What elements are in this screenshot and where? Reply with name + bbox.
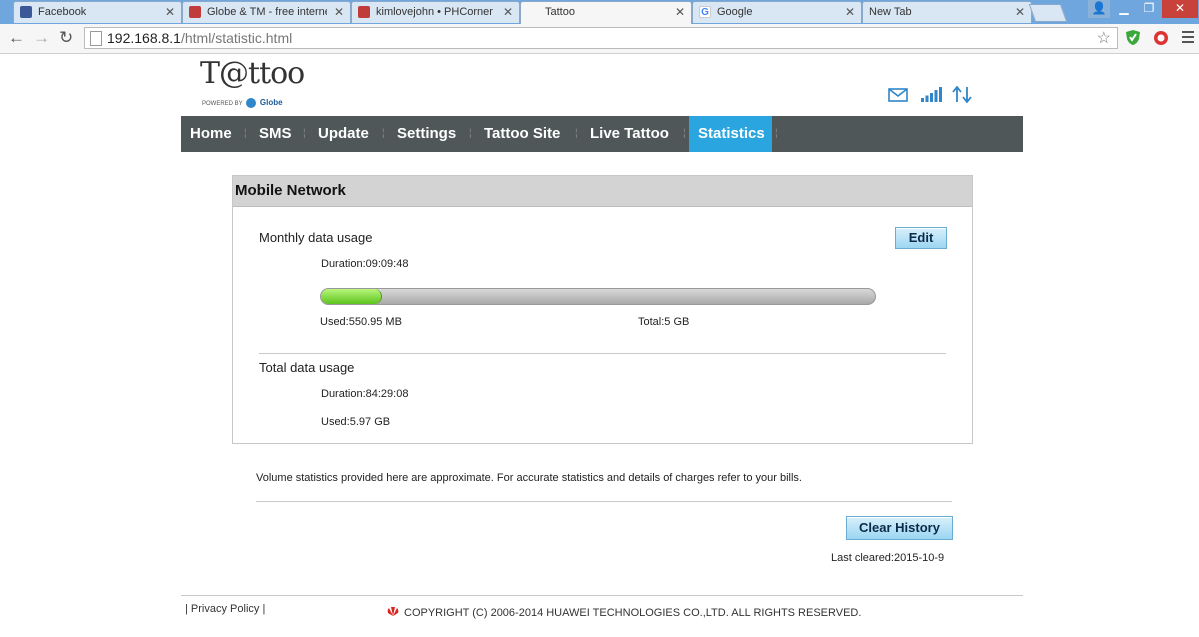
edit-button[interactable]: Edit: [895, 227, 947, 249]
monthly-used: Used:550.95 MB: [320, 316, 402, 328]
nav-separator: ¦: [244, 128, 247, 139]
tab-title: Facebook: [38, 6, 87, 18]
nav-tattoo-site[interactable]: Tattoo Site: [475, 116, 569, 152]
router-header: T@ttoo POWERED BY Globe: [181, 54, 1023, 116]
nav-statistics[interactable]: Statistics: [689, 116, 772, 152]
nav-separator: ¦: [382, 128, 385, 139]
forward-arrow-icon[interactable]: →: [33, 28, 50, 48]
powered-by: POWERED BY Globe: [202, 98, 283, 109]
google-icon: G: [699, 6, 711, 18]
user-icon[interactable]: 👤: [1088, 0, 1110, 18]
new-tab-button[interactable]: [1028, 4, 1068, 22]
nav-separator: ¦: [683, 128, 686, 139]
monthly-usage-progress: [320, 288, 876, 305]
data-transfer-icon: [952, 86, 972, 103]
tab-title: Tattoo: [545, 6, 575, 18]
monthly-usage-progress-fill: [321, 289, 382, 304]
browser-tab-google[interactable]: G Google ✕: [692, 1, 862, 23]
nav-separator: ¦: [775, 128, 778, 139]
url-text: 192.168.8.1/html/statistic.html: [107, 30, 293, 46]
tab-title: kimlovejohn • PHCorner C: [376, 6, 496, 18]
nav-separator: ¦: [575, 128, 578, 139]
nav-settings[interactable]: Settings: [388, 116, 465, 152]
opera-extension-icon[interactable]: [1153, 29, 1169, 46]
browser-tab-globe-tm[interactable]: Globe & TM - free interne ✕: [182, 1, 351, 23]
approximation-notice: Volume statistics provided here are appr…: [256, 472, 802, 484]
browser-tab-new-tab[interactable]: New Tab ✕: [862, 1, 1032, 23]
mobile-network-panel: Mobile Network Monthly data usage Edit D…: [232, 175, 973, 444]
browser-tab-tattoo[interactable]: Tattoo ✕: [520, 1, 692, 25]
page-icon: [90, 31, 102, 46]
total-usage-label: Total data usage: [259, 360, 355, 375]
close-icon[interactable]: ✕: [675, 5, 685, 19]
window-close-icon[interactable]: ✕: [1162, 0, 1198, 18]
monthly-duration: Duration:09:09:48: [321, 258, 409, 270]
phcorner-icon: [189, 6, 201, 18]
last-cleared: Last cleared:2015-10-9: [831, 552, 945, 564]
panel-title: Mobile Network: [233, 176, 972, 207]
footer-links: | Privacy Policy |: [185, 603, 266, 615]
nav-home[interactable]: Home: [181, 116, 241, 152]
globe-logo-icon: [246, 98, 257, 109]
maximize-icon[interactable]: ❐: [1137, 0, 1161, 18]
tab-title: New Tab: [869, 6, 912, 18]
close-icon[interactable]: ✕: [1015, 5, 1025, 19]
copyright-text: COPYRIGHT (C) 2006-2014 HUAWEI TECHNOLOG…: [404, 607, 862, 619]
browser-tab-facebook[interactable]: Facebook ✕: [13, 1, 182, 23]
back-arrow-icon[interactable]: ←: [8, 28, 25, 48]
tab-title: Google: [717, 6, 753, 18]
close-icon[interactable]: ✕: [334, 5, 344, 19]
close-icon[interactable]: ✕: [503, 5, 513, 19]
minimize-icon[interactable]: ▁: [1112, 0, 1136, 18]
address-bar[interactable]: 192.168.8.1/html/statistic.html ☆: [84, 27, 1118, 49]
privacy-policy-link[interactable]: Privacy Policy: [191, 603, 259, 615]
menu-icon[interactable]: [1182, 31, 1194, 46]
tattoo-logo[interactable]: T@ttoo POWERED BY Globe: [200, 56, 305, 109]
total-used: Used:5.97 GB: [321, 416, 391, 428]
main-nav: Home ¦ SMS ¦ Update ¦ Settings ¦ Tattoo …: [181, 116, 1023, 152]
monthly-total: Total:5 GB: [638, 316, 690, 328]
huawei-logo-icon: [387, 607, 399, 616]
brand-name: T@ttoo: [200, 56, 305, 91]
envelope-icon[interactable]: [888, 88, 908, 102]
facebook-icon: [20, 6, 32, 18]
shield-extension-icon[interactable]: [1125, 29, 1141, 46]
monthly-usage-label: Monthly data usage: [259, 230, 373, 245]
total-duration: Duration:84:29:08: [321, 388, 409, 400]
nav-sms[interactable]: SMS: [250, 116, 301, 152]
phcorner-icon: [358, 6, 370, 18]
copyright: COPYRIGHT (C) 2006-2014 HUAWEI TECHNOLOG…: [386, 607, 861, 619]
browser-tab-kimlovejohn[interactable]: kimlovejohn • PHCorner C ✕: [351, 1, 520, 23]
signal-strength-icon: [921, 87, 942, 102]
bookmark-star-icon[interactable]: ☆: [1097, 28, 1111, 48]
notice-divider: [256, 501, 952, 502]
tab-title: Globe & TM - free interne: [207, 6, 327, 18]
browser-toolbar: ← → ↻ 192.168.8.1/html/statistic.html ☆: [0, 24, 1199, 54]
partner-name: Globe: [259, 98, 283, 107]
nav-update[interactable]: Update: [309, 116, 378, 152]
nav-separator: ¦: [469, 128, 472, 139]
close-icon[interactable]: ✕: [845, 5, 855, 19]
nav-live-tattoo[interactable]: Live Tattoo: [581, 116, 678, 152]
close-icon[interactable]: ✕: [165, 5, 175, 19]
browser-tab-strip: Facebook ✕ Globe & TM - free interne ✕ k…: [0, 0, 1199, 25]
clear-history-button[interactable]: Clear History: [846, 516, 953, 540]
footer-divider: [181, 595, 1023, 596]
reload-icon[interactable]: ↻: [59, 28, 73, 48]
powered-by-label: POWERED BY: [202, 101, 243, 107]
section-divider: [259, 353, 946, 354]
nav-separator: ¦: [303, 128, 306, 139]
